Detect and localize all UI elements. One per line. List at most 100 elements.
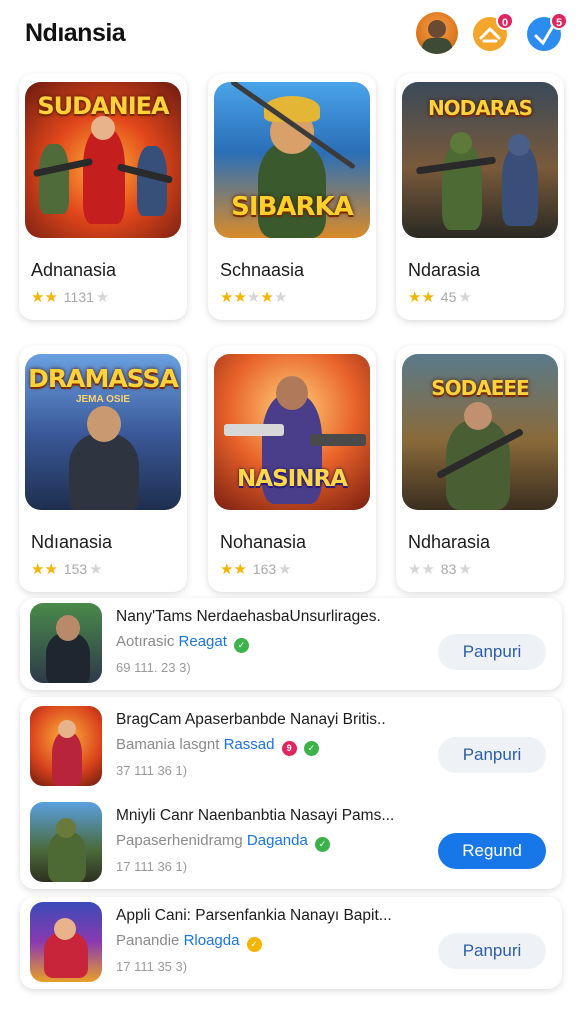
rating: ★★ 45 ★ xyxy=(408,288,472,306)
star-icon: ★ xyxy=(89,561,103,578)
messages-button[interactable]: 5 xyxy=(524,12,568,54)
hero-figure xyxy=(258,142,326,238)
star-icon: ★ xyxy=(458,289,472,306)
app-title: Mniyli Canr Naenbanbtia Nasayi Pams... xyxy=(116,807,395,824)
rating: ★★★★★ xyxy=(220,288,291,306)
game-card[interactable]: SODAEEE Ndharasia ★★ 83 ★ xyxy=(396,346,564,592)
developer-name: Papaserhenidramg xyxy=(116,832,243,849)
app-meta: 69 111. 23 3) xyxy=(116,660,191,675)
blaster xyxy=(224,424,284,436)
game-card[interactable]: NASINRA Nohanasia ★★ 163 ★ xyxy=(208,346,376,592)
star-icon: ★ xyxy=(421,289,435,306)
soldier-head xyxy=(450,132,472,154)
app-developer: Bamania lasgnt Rassad 9 ✓ xyxy=(116,736,319,756)
hero-head xyxy=(58,720,76,738)
notification-button[interactable]: 0 xyxy=(470,12,514,54)
star-icon: ★ xyxy=(260,289,274,306)
developer-name: Panandie xyxy=(116,932,180,949)
cover-title: SIBARKA xyxy=(231,192,354,222)
list-item[interactable]: Appli Cani: Parsenfankia Nanayı Bapit...… xyxy=(20,897,562,989)
verified-icon: ✓ xyxy=(314,837,330,852)
rating-count: 45 xyxy=(440,289,457,305)
game-card[interactable]: DRAMASSA JEMA OSIE Ndıanasia ★★ 153 ★ xyxy=(19,346,187,592)
game-cover: SODAEEE xyxy=(402,354,558,510)
soldier-head xyxy=(464,402,492,430)
game-cover: SUDANIEA xyxy=(25,82,181,238)
app-list-card: BragCam Apaserbanbde Nanayi Britis.. Bam… xyxy=(20,697,562,889)
hero-head xyxy=(56,615,80,641)
developer-link[interactable]: Daganda xyxy=(247,832,308,849)
star-icon: ★ xyxy=(31,561,45,578)
app-list-card: Nany'Tams NerdaehasbaUnsurlirages. Aotır… xyxy=(20,598,562,690)
game-name: Ndıanasia xyxy=(31,532,113,552)
game-card[interactable]: SIBARKA Schnaasia ★★★★★ xyxy=(208,74,376,320)
app-developer: Papaserhenidramg Daganda ✓ xyxy=(116,832,330,852)
star-icon: ★ xyxy=(458,561,472,578)
cover-subtitle: JEMA OSIE xyxy=(75,394,131,405)
hero-head xyxy=(91,116,115,140)
cover-title: NASINRA xyxy=(237,466,348,492)
star-icon: ★ xyxy=(408,289,422,306)
star-icon: ★ xyxy=(44,561,58,578)
soldier-figure xyxy=(39,144,69,214)
app-meta: 17 111 35 3) xyxy=(116,959,188,974)
game-card[interactable]: SUDANIEA Adnanasia ★★ 1131 ★ xyxy=(19,74,187,320)
developer-link[interactable]: Rloagda xyxy=(184,932,240,949)
game-card[interactable]: NODARAS Ndarasia ★★ 45 ★ xyxy=(396,74,564,320)
hero-figure xyxy=(83,128,125,224)
avatar[interactable] xyxy=(416,12,458,54)
star-icon: ★ xyxy=(220,289,234,306)
game-cover: NASINRA xyxy=(214,354,370,510)
app-title: Nany'Tams NerdaehasbaUnsurlirages. xyxy=(116,608,381,625)
star-icon: ★ xyxy=(421,561,435,578)
install-button[interactable]: Panpuri xyxy=(438,933,546,969)
rating-count: 163 xyxy=(252,561,277,577)
rating: ★★ 163 ★ xyxy=(220,560,292,578)
app-thumbnail xyxy=(30,802,102,882)
developer-name: Aotırasic xyxy=(116,633,175,650)
avatar-body xyxy=(422,38,452,54)
hero-figure xyxy=(69,434,139,510)
game-name: Ndarasia xyxy=(408,260,481,280)
developer-link[interactable]: Reagat xyxy=(179,633,227,650)
game-cover: SIBARKA xyxy=(214,82,370,238)
install-button[interactable]: Panpuri xyxy=(438,737,546,773)
rating: ★★ 1131 ★ xyxy=(31,288,109,306)
list-item[interactable]: Mniyli Canr Naenbanbtia Nasayi Pams... P… xyxy=(20,797,562,889)
hero-figure xyxy=(52,732,82,786)
hero-head xyxy=(87,406,121,442)
top-bar: Ndıansia 0 5 xyxy=(0,0,576,66)
soldier-figure xyxy=(502,146,538,226)
soldier-head xyxy=(56,818,76,838)
award-icon: ✓ xyxy=(246,937,262,952)
hero-head xyxy=(54,918,76,940)
page-title: Ndıansia xyxy=(25,19,126,47)
cover-title: SODAEEE xyxy=(431,376,529,400)
star-icon: ★ xyxy=(220,561,234,578)
install-button[interactable]: Panpuri xyxy=(438,634,546,670)
list-item[interactable]: Nany'Tams NerdaehasbaUnsurlirages. Aotır… xyxy=(20,598,562,690)
verified-icon: ✓ xyxy=(234,638,250,653)
app-developer: Panandie Rloagda ✓ xyxy=(116,932,262,952)
game-name: Schnaasia xyxy=(220,260,305,280)
app-title: BragCam Apaserbanbde Nanayi Britis.. xyxy=(116,711,386,728)
developer-link[interactable]: Rassad xyxy=(224,736,275,753)
star-icon: ★ xyxy=(31,289,45,306)
hero-head xyxy=(276,376,308,410)
install-button[interactable]: Regund xyxy=(438,833,546,869)
blaster xyxy=(310,434,366,446)
messages-badge: 5 xyxy=(550,12,568,30)
star-icon: ★ xyxy=(246,289,261,306)
app-developer: Aotırasic Reagat ✓ xyxy=(116,633,250,653)
star-icon: ★ xyxy=(278,561,292,578)
game-cover: DRAMASSA JEMA OSIE xyxy=(25,354,181,510)
rating: ★★ 153 ★ xyxy=(31,560,103,578)
app-thumbnail xyxy=(30,706,102,786)
list-item[interactable]: BragCam Apaserbanbde Nanayi Britis.. Bam… xyxy=(20,701,562,793)
star-icon: ★ xyxy=(44,289,58,306)
rating-count: 83 xyxy=(440,561,457,577)
star-icon: ★ xyxy=(233,289,247,306)
soldier-figure xyxy=(442,144,482,230)
star-icon: ★ xyxy=(233,561,247,578)
rating: ★★ 83 ★ xyxy=(408,560,472,578)
